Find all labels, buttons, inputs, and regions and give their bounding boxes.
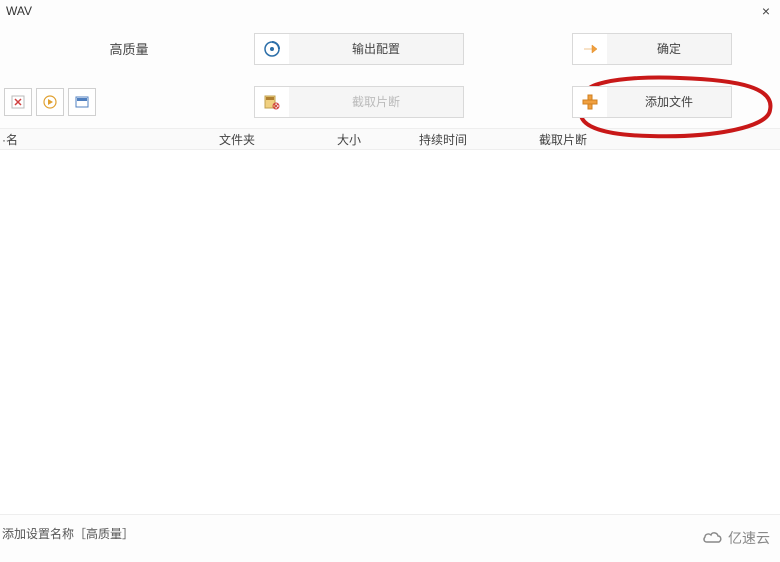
play-icon-button[interactable] <box>36 88 64 116</box>
output-config-icon <box>255 34 289 64</box>
preview-icon-button[interactable] <box>68 88 96 116</box>
watermark-text: 亿速云 <box>728 528 770 548</box>
content-area <box>0 150 780 515</box>
watermark: 亿速云 <box>702 528 770 548</box>
delete-icon-button[interactable] <box>4 88 32 116</box>
col-cutseg: 截取片断 <box>535 131 650 148</box>
cloud-icon <box>702 530 724 546</box>
col-filename: ·名 <box>0 131 215 148</box>
col-folder: 文件夹 <box>215 131 333 148</box>
confirm-arrow-icon <box>573 34 607 64</box>
footer: 添加设置名称［高质量］ <box>0 515 780 551</box>
toolbar-row-1: 高质量 输出配置 确定 <box>0 22 780 75</box>
quality-label: 高质量 <box>4 39 254 58</box>
small-icons-group <box>4 88 96 116</box>
toolbar-row-2: 截取片断 添加文件 <box>0 75 780 128</box>
table-header: ·名 文件夹 大小 持续时间 截取片断 <box>0 128 780 150</box>
col-size: 大小 <box>333 131 415 148</box>
col-duration: 持续时间 <box>415 131 535 148</box>
add-file-button[interactable]: 添加文件 <box>572 86 732 118</box>
confirm-button[interactable]: 确定 <box>572 33 732 65</box>
footer-text: 添加设置名称［高质量］ <box>2 525 134 542</box>
preview-icon <box>74 94 90 110</box>
add-file-icon <box>573 87 607 117</box>
delete-icon <box>10 94 26 110</box>
close-icon[interactable]: × <box>758 3 774 19</box>
cut-segment-icon <box>255 87 289 117</box>
confirm-label: 确定 <box>607 40 731 57</box>
cut-segment-label: 截取片断 <box>289 93 463 110</box>
play-icon <box>42 94 58 110</box>
window-title: WAV <box>6 4 32 18</box>
output-config-button[interactable]: 输出配置 <box>254 33 464 65</box>
cut-segment-button[interactable]: 截取片断 <box>254 86 464 118</box>
titlebar: WAV × <box>0 0 780 22</box>
output-config-label: 输出配置 <box>289 40 463 57</box>
add-file-label: 添加文件 <box>607 93 731 110</box>
